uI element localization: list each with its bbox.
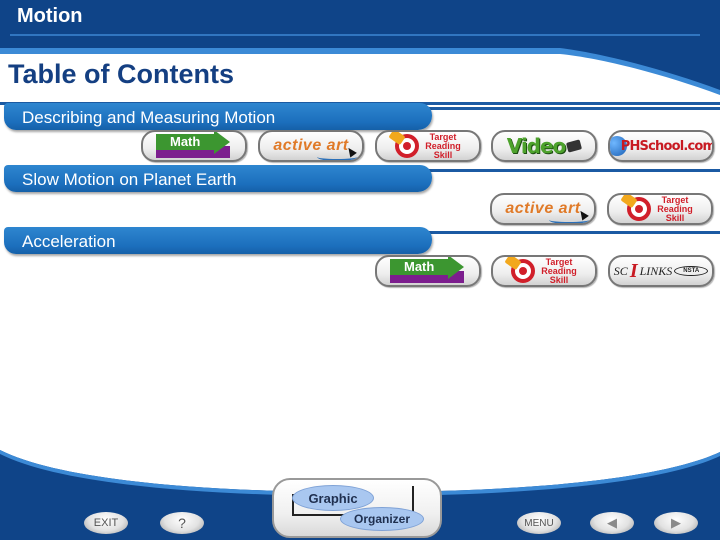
section-label[interactable]: Acceleration (22, 232, 116, 252)
section-acceleration[interactable]: Acceleration (0, 225, 720, 255)
section-rule (420, 107, 720, 110)
chevron-left-icon: ◀ (607, 515, 617, 530)
section-label[interactable]: Slow Motion on Planet Earth (22, 170, 237, 190)
active-art-logo: active art (505, 200, 590, 223)
exit-button[interactable]: EXIT (84, 512, 128, 534)
phschool-button[interactable]: PHSchool.com (608, 130, 714, 162)
target-reading-skill-button[interactable]: Target Reading Skill (375, 130, 481, 162)
section-rule (420, 231, 720, 234)
next-button[interactable]: ▶ (654, 512, 698, 534)
trs-label: Target Reading Skill (425, 131, 461, 160)
target-reading-skill-button[interactable]: Target Reading Skill (491, 255, 597, 287)
previous-button[interactable]: ◀ (590, 512, 634, 534)
scilinks-logo: SC I LINKS NSTA (614, 260, 709, 283)
video-logo: Video (506, 134, 567, 158)
scilinks-button[interactable]: SC I LINKS NSTA (608, 255, 714, 287)
header-banner (0, 0, 720, 105)
section-describing-measuring-motion[interactable]: Describing and Measuring Motion (0, 101, 720, 131)
help-button[interactable]: ? (160, 512, 204, 534)
page-title: Table of Contents (8, 59, 234, 89)
target-icon (504, 257, 536, 283)
graphic-label: Graphic (292, 485, 374, 511)
active-art-button[interactable]: active art (258, 130, 364, 162)
section-bar[interactable]: Describing and Measuring Motion (4, 103, 432, 130)
active-art-button[interactable]: active art (490, 193, 596, 225)
section-slow-motion-planet-earth[interactable]: Slow Motion on Planet Earth (0, 163, 720, 193)
trs-label: Target Reading Skill (657, 194, 693, 223)
section-rule (420, 169, 720, 172)
chevron-right-icon: ▶ (671, 515, 681, 530)
math-icon: Math (390, 257, 466, 283)
active-art-logo: active art (273, 137, 358, 160)
app-title: Motion (17, 5, 83, 27)
trs-label: Target Reading Skill (541, 256, 577, 285)
target-icon (388, 132, 420, 158)
section-label[interactable]: Describing and Measuring Motion (22, 108, 275, 128)
target-reading-skill-button[interactable]: Target Reading Skill (607, 193, 713, 225)
math-icon: Math (156, 132, 232, 158)
video-button[interactable]: Video (491, 130, 597, 162)
nsta-badge: NSTA (674, 266, 709, 276)
section-bar[interactable]: Acceleration (4, 227, 432, 254)
camera-icon (566, 139, 583, 153)
math-button[interactable]: Math (375, 255, 481, 287)
target-icon (620, 195, 652, 221)
organizer-label: Organizer (340, 507, 424, 531)
menu-button[interactable]: MENU (517, 512, 561, 534)
math-button[interactable]: Math (141, 130, 247, 162)
section-bar[interactable]: Slow Motion on Planet Earth (4, 165, 432, 192)
phschool-logo: PHSchool.com (620, 138, 714, 154)
graphic-organizer-button[interactable]: Graphic Organizer (272, 478, 442, 538)
